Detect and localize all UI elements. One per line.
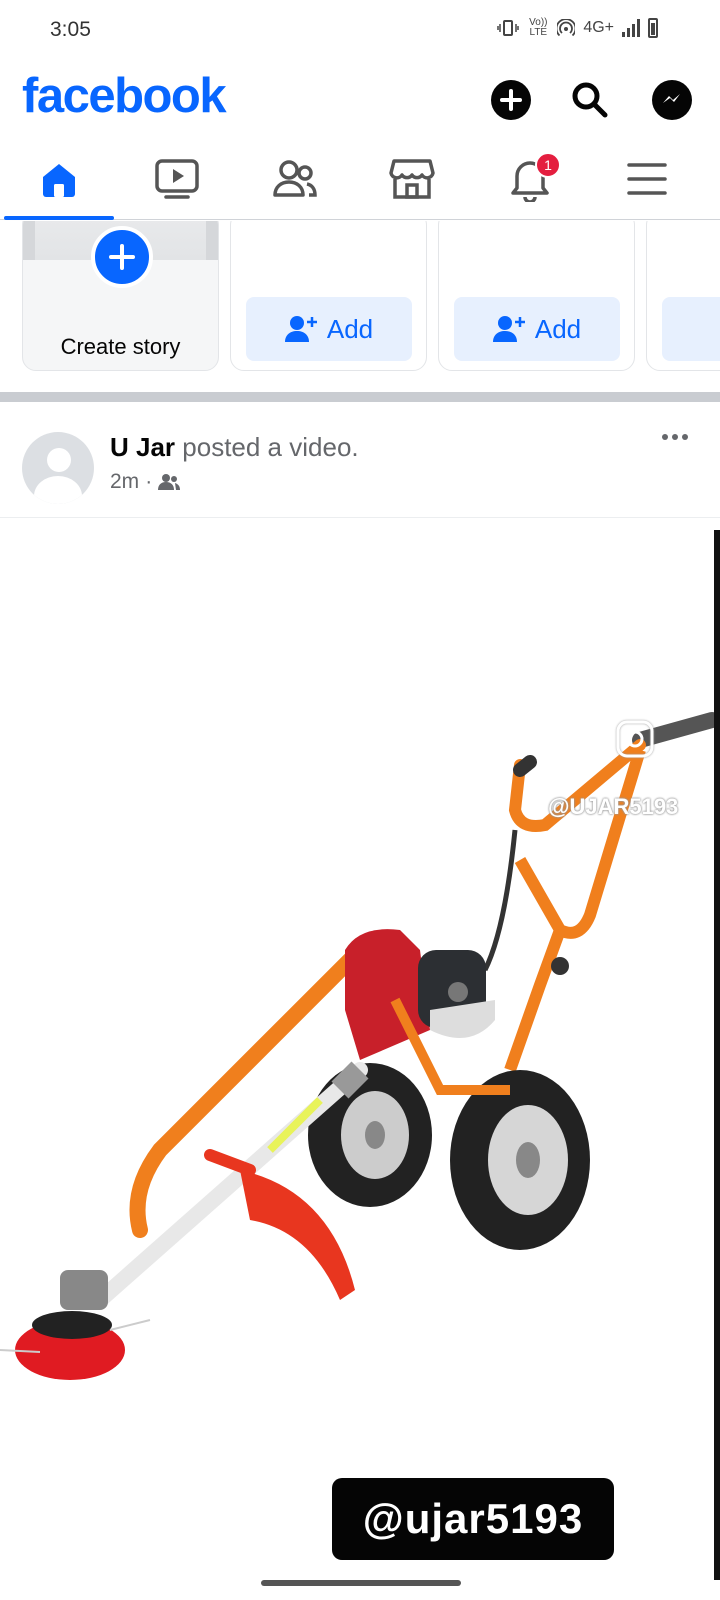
plus-icon — [109, 244, 135, 270]
tab-friends[interactable] — [240, 140, 350, 218]
nav-tabs: 1 — [0, 140, 720, 220]
add-button-label: Add — [326, 313, 374, 344]
feed-divider — [0, 392, 720, 402]
plus-icon — [500, 89, 522, 111]
tab-notifications[interactable]: 1 — [475, 140, 585, 218]
search-button[interactable] — [570, 80, 610, 120]
post-video[interactable]: @UJAR5193 @ujar5193 — [0, 530, 720, 1580]
create-button[interactable] — [491, 80, 531, 120]
menu-icon — [627, 163, 667, 195]
messenger-icon — [663, 94, 680, 103]
status-bar: 3:05 Vo)) LTE 4G+ — [0, 0, 720, 60]
avatar[interactable] — [22, 432, 94, 504]
add-friend-icon — [492, 316, 525, 342]
story-suggestion-card[interactable]: Add — [230, 221, 427, 371]
create-story-plus-button[interactable] — [91, 226, 153, 288]
status-time: 3:05 — [50, 18, 91, 41]
post-author[interactable]: U Jar — [110, 432, 175, 462]
tab-home[interactable] — [4, 140, 114, 220]
hotspot-icon — [557, 19, 576, 37]
video-icon — [155, 159, 199, 199]
notification-badge: 1 — [535, 152, 561, 178]
vibrate-icon — [497, 20, 520, 36]
post-meta: 2m · — [110, 470, 181, 494]
post-action: posted a video. — [175, 432, 359, 462]
post-time[interactable]: 2m — [110, 470, 139, 494]
home-icon — [43, 164, 75, 197]
add-friend-button[interactable]: Add — [246, 297, 412, 361]
create-story-card[interactable]: Create story — [22, 221, 219, 371]
network-label: 4G+ — [583, 19, 614, 36]
volte-label: Vo)) LTE — [529, 17, 548, 38]
gesture-home-bar[interactable] — [261, 1580, 461, 1586]
video-edge — [714, 530, 720, 1580]
search-icon — [572, 82, 608, 118]
friends-icon — [273, 160, 317, 197]
story-suggestion-card[interactable] — [646, 221, 720, 371]
marketplace-icon — [389, 159, 435, 199]
app-header: facebook — [0, 62, 720, 132]
messenger-button[interactable] — [652, 80, 692, 120]
signal-icon — [622, 19, 640, 37]
video-watermark-top: @UJAR5193 — [548, 794, 679, 819]
stories-row: Create story Add Add — [0, 221, 720, 381]
story-suggestion-card[interactable]: Add — [438, 221, 635, 371]
post-header: U Jar posted a video. 2m · — [0, 418, 720, 518]
add-friend-icon — [284, 316, 317, 342]
post-options-button[interactable] — [662, 434, 688, 440]
add-friend-button[interactable]: Add — [454, 297, 620, 361]
friends-audience-icon — [158, 474, 181, 490]
add-friend-button[interactable] — [662, 297, 720, 361]
tab-video[interactable] — [122, 140, 232, 218]
brush-cutter-image — [0, 712, 720, 1380]
post-title: U Jar posted a video. — [110, 432, 359, 463]
meta-separator: · — [145, 470, 153, 493]
tab-menu[interactable] — [592, 140, 702, 218]
tab-marketplace[interactable] — [357, 140, 467, 218]
status-icons: Vo)) LTE 4G+ — [497, 18, 658, 38]
add-button-label: Add — [534, 313, 582, 344]
facebook-logo[interactable]: facebook — [22, 68, 227, 124]
create-story-label: Create story — [60, 334, 181, 359]
video-watermark: @ujar5193 — [332, 1478, 614, 1560]
battery-icon — [648, 18, 658, 38]
